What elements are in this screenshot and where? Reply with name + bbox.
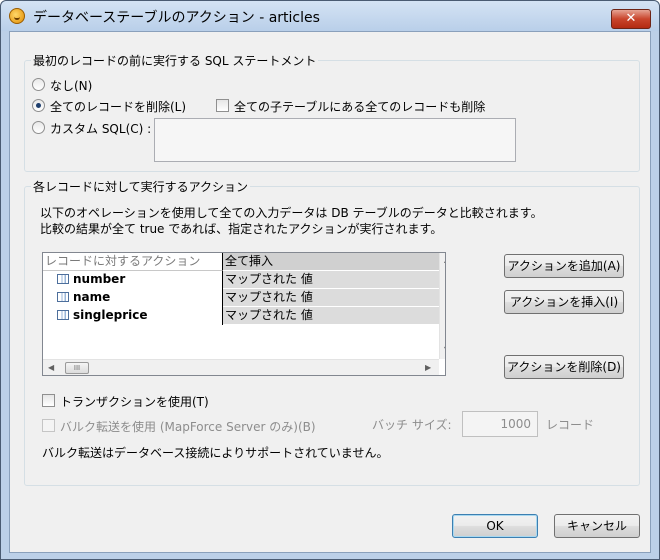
dialog-body: 最初のレコードの前に実行する SQL ステートメント なし(N) 全てのレコード… xyxy=(9,31,651,553)
column-icon xyxy=(57,310,69,320)
column-icon xyxy=(57,274,69,284)
dialog-window: データベーステーブルのアクション - articles ✕ 最初のレコードの前に… xyxy=(0,0,660,560)
add-action-button[interactable]: アクションを追加(A) xyxy=(504,254,624,278)
delete-child-checkbox[interactable] xyxy=(216,99,229,112)
grid-vertical-scrollbar[interactable]: ▲ ▼ xyxy=(439,253,445,359)
grid-field-cell: name xyxy=(43,289,223,307)
bulk-transfer-checkbox[interactable] xyxy=(42,419,55,432)
title-bar[interactable]: データベーステーブルのアクション - articles ✕ xyxy=(1,1,659,31)
bulk-unsupported-note: バルク転送はデータベース接続によりサポートされていません。 xyxy=(42,446,389,460)
transaction-checkbox[interactable] xyxy=(42,394,55,407)
delete-action-button[interactable]: アクションを削除(D) xyxy=(504,355,624,379)
custom-sql-input[interactable] xyxy=(154,118,516,162)
table-row[interactable]: number マップされた 値 xyxy=(43,271,439,289)
radio-none[interactable] xyxy=(32,78,45,91)
delete-child-label[interactable]: 全ての子テーブルにある全てのレコードも削除 xyxy=(234,98,485,115)
grid-horizontal-scrollbar[interactable]: ◀ III ▶ xyxy=(43,359,439,375)
actions-description-line2: 比較の結果が全て true であれば、指定されたアクションが実行されます。 xyxy=(40,222,443,236)
bulk-transfer-label: バルク転送を使用 (MapForce Server のみ)(B) xyxy=(60,420,316,434)
close-icon: ✕ xyxy=(625,11,637,26)
batch-size-input[interactable]: 1000 xyxy=(462,411,538,437)
field-name: name xyxy=(73,290,111,304)
insert-action-button[interactable]: アクションを挿入(I) xyxy=(504,290,624,314)
app-smiley-icon xyxy=(9,8,25,24)
table-row[interactable]: singleprice マップされた 値 xyxy=(43,307,439,325)
close-button[interactable]: ✕ xyxy=(611,9,651,29)
cancel-button[interactable]: キャンセル xyxy=(554,514,640,538)
window-title: データベーステーブルのアクション - articles xyxy=(33,10,320,26)
field-name: singleprice xyxy=(73,308,148,322)
radio-none-label[interactable]: なし(N) xyxy=(50,77,92,94)
column-icon xyxy=(57,292,69,302)
grid-mapping-cell[interactable]: マップされた 値 xyxy=(223,271,439,289)
radio-delete-all[interactable] xyxy=(32,99,45,112)
grid-header-row: レコードに対するアクション 全て挿入 xyxy=(43,253,439,271)
scroll-thumb[interactable]: III xyxy=(65,362,89,374)
radio-custom-sql-label[interactable]: カスタム SQL(C) : xyxy=(50,120,151,137)
grid-header-col1: レコードに対するアクション xyxy=(43,253,223,271)
actions-group-label: 各レコードに対して実行するアクション xyxy=(31,178,251,195)
grid-mapping-cell[interactable]: マップされた 値 xyxy=(223,307,439,325)
transaction-label[interactable]: トランザクションを使用(T) xyxy=(60,393,209,410)
scroll-right-icon[interactable]: ▶ xyxy=(425,363,431,372)
batch-size-label: バッチ サイズ: xyxy=(372,418,452,432)
scroll-up-icon[interactable]: ▲ xyxy=(444,255,445,264)
grid-mapping-cell[interactable]: マップされた 値 xyxy=(223,289,439,307)
table-row[interactable]: name マップされた 値 xyxy=(43,289,439,307)
grid-action-type-select[interactable]: 全て挿入 xyxy=(223,253,439,271)
pre-statement-group-label: 最初のレコードの前に実行する SQL ステートメント xyxy=(31,52,319,69)
grid-field-cell: singleprice xyxy=(43,307,223,325)
radio-delete-all-label[interactable]: 全てのレコードを削除(L) xyxy=(50,98,186,115)
ok-button[interactable]: OK xyxy=(452,514,538,538)
records-label: レコード xyxy=(546,418,595,432)
grid-field-cell: number xyxy=(43,271,223,289)
field-name: number xyxy=(73,272,126,286)
actions-description-line1: 以下のオペレーションを使用して全ての入力データは DB テーブルのデータと比較さ… xyxy=(40,206,543,220)
scroll-down-icon[interactable]: ▼ xyxy=(444,345,445,354)
actions-grid[interactable]: レコードに対するアクション 全て挿入 number マップされた 値 name … xyxy=(42,252,446,376)
scroll-left-icon[interactable]: ◀ xyxy=(48,363,54,372)
radio-custom-sql[interactable] xyxy=(32,121,45,134)
